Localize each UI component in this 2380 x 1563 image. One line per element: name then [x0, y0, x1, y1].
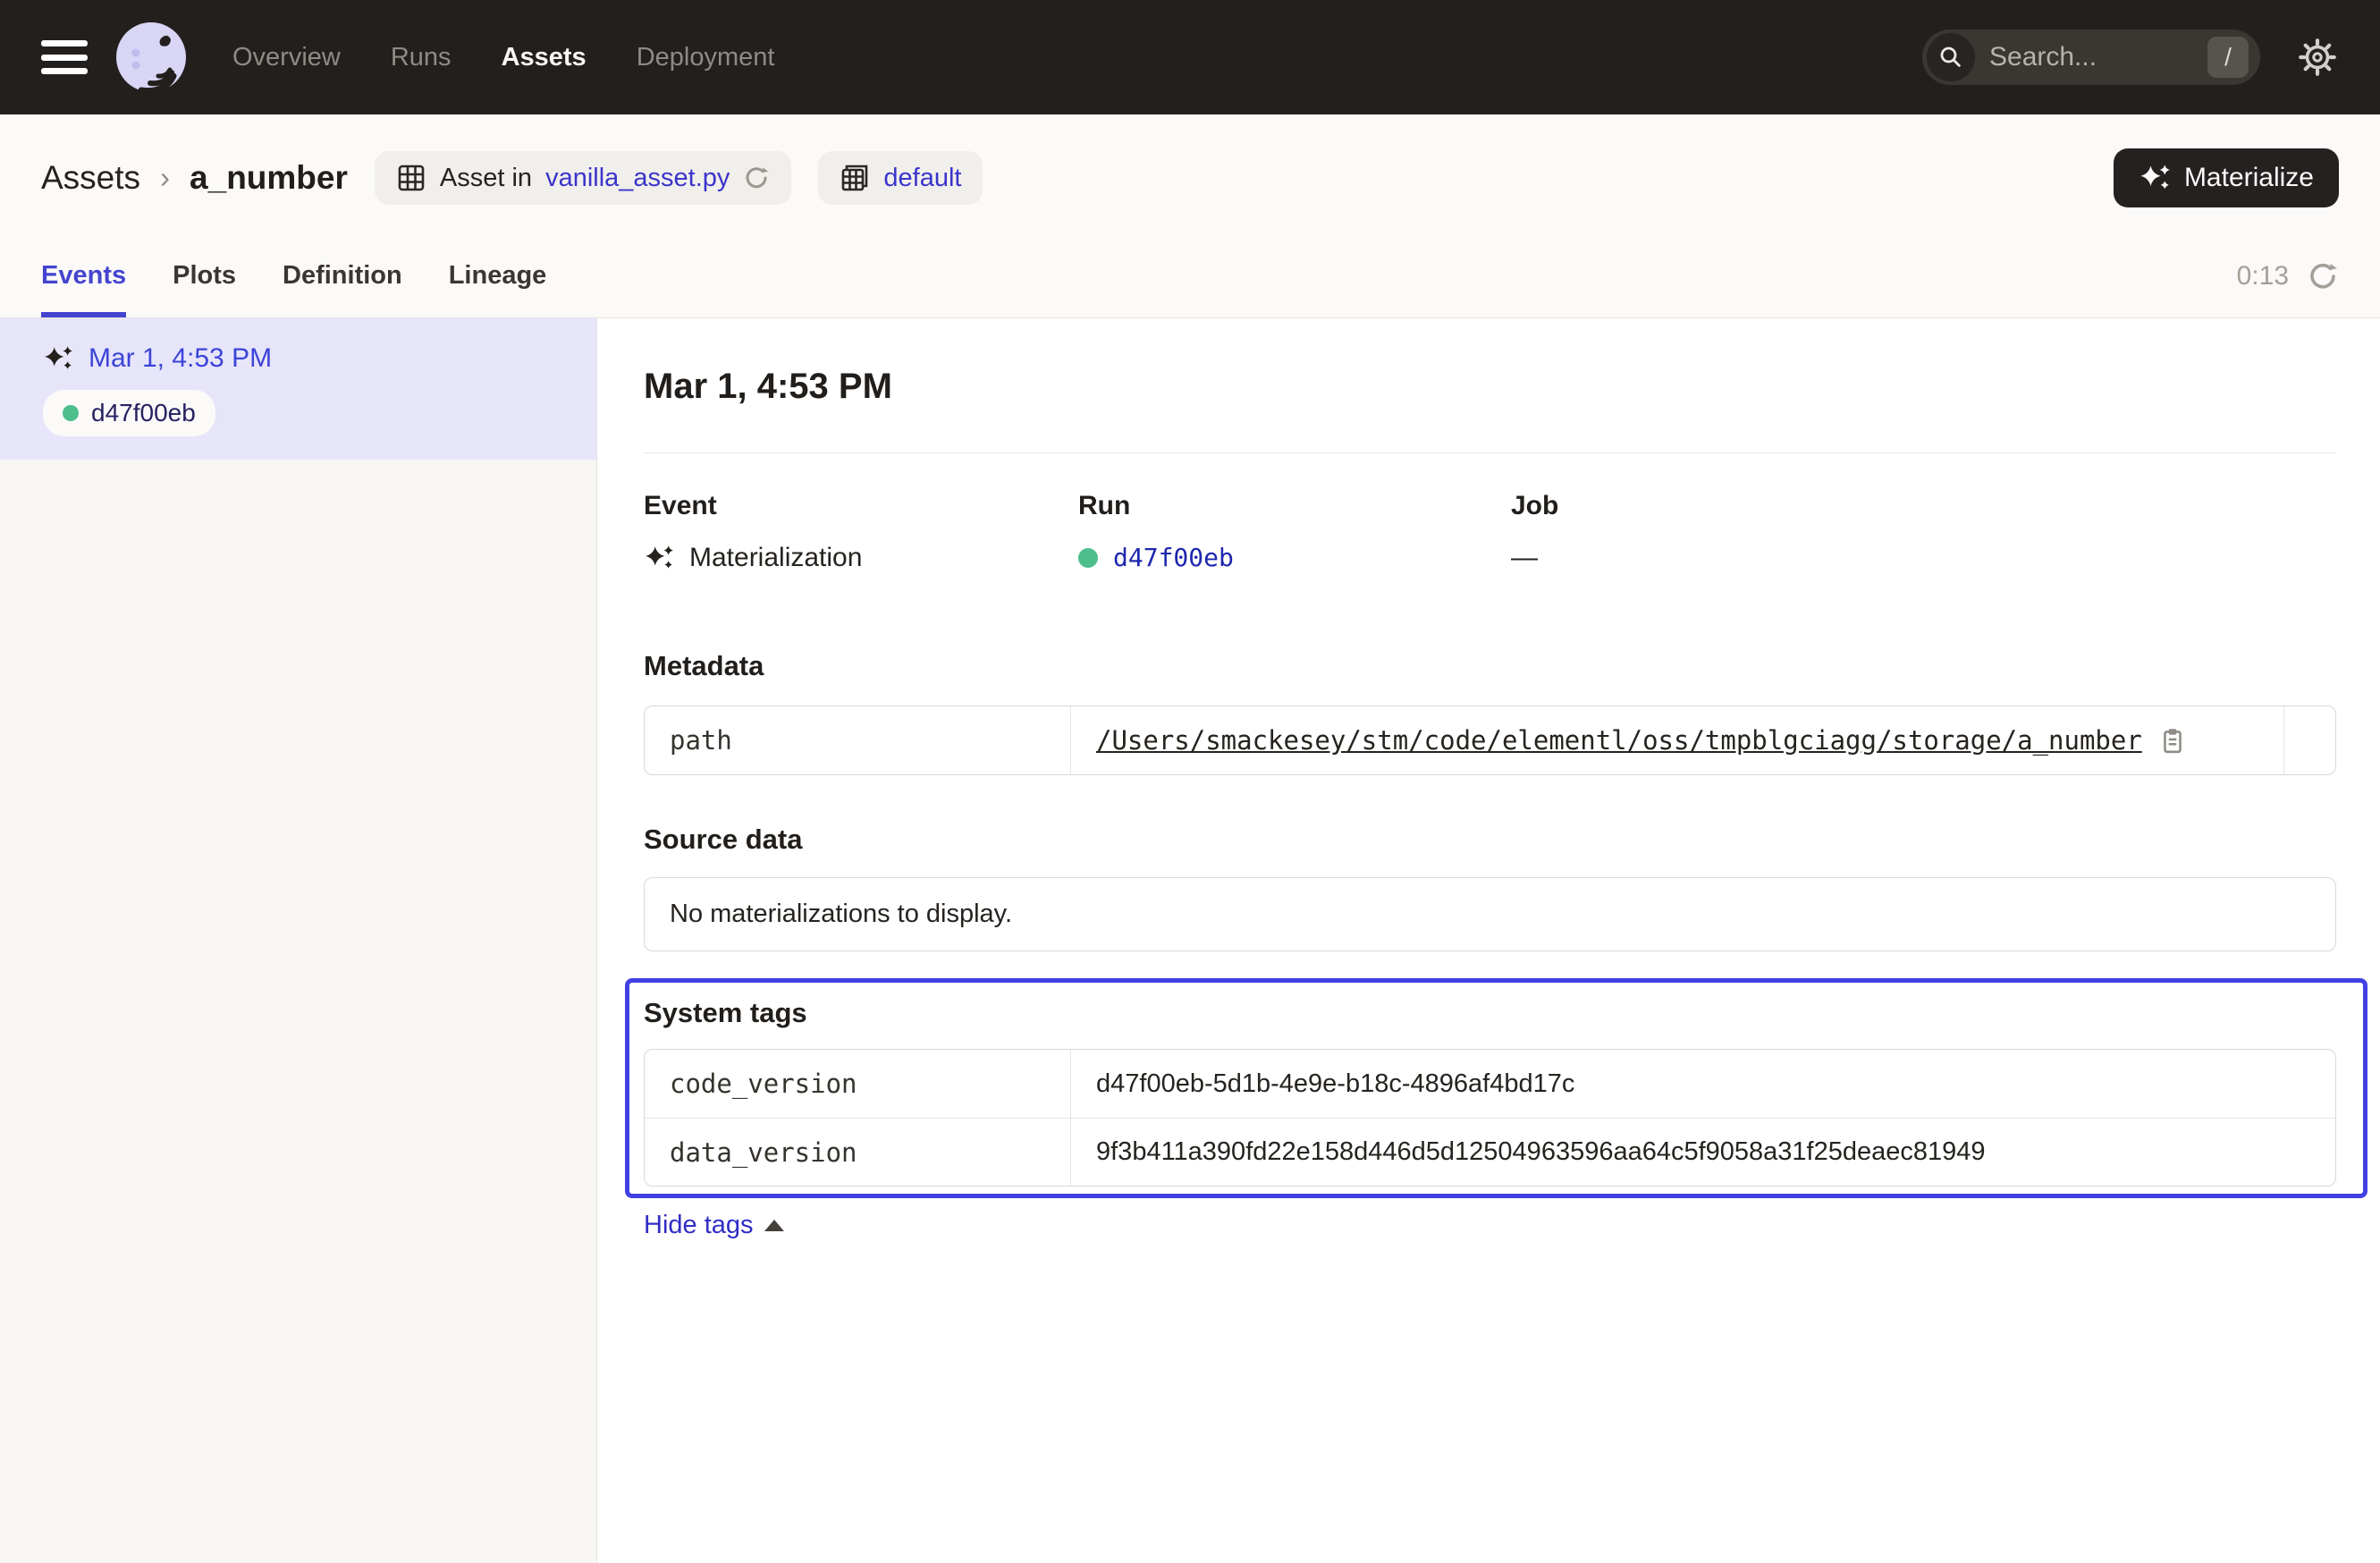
source-data-heading: Source data — [644, 824, 2336, 856]
gear-icon[interactable] — [2296, 36, 2339, 79]
system-tags-heading: System tags — [644, 997, 2336, 1029]
dagster-logo-icon[interactable] — [114, 21, 188, 94]
breadcrumb: Assets › a_number — [41, 159, 348, 197]
run-status-dot — [63, 405, 79, 421]
search-shortcut-key: / — [2207, 37, 2249, 78]
metadata-table: path /Users/smackesey/stm/code/elementl/… — [644, 705, 2336, 775]
metadata-row-actions — [2283, 706, 2335, 774]
materialize-button-label: Materialize — [2184, 163, 2314, 193]
run-status-dot — [1078, 548, 1098, 568]
hide-tags-label: Hide tags — [644, 1211, 754, 1240]
search-input[interactable] — [1989, 42, 2177, 72]
source-data-empty-message: No materializations to display. — [644, 877, 2336, 951]
event-type-value: Materialization — [689, 543, 862, 573]
event-timestamp: Mar 1, 4:53 PM — [89, 343, 272, 374]
nav-item-assets[interactable]: Assets — [502, 43, 587, 72]
top-nav-bar: Overview Runs Assets Deployment / — [0, 0, 2380, 114]
job-column-label: Job — [1511, 491, 2336, 521]
breadcrumb-assets-link[interactable]: Assets — [41, 159, 140, 197]
tag-value: 9f3b411a390fd22e158d446d5d12504963596aa6… — [1096, 1137, 1986, 1167]
tag-key: data_version — [645, 1119, 1071, 1186]
asset-tabs: Events Plots Definition Lineage 0:13 — [0, 232, 2380, 318]
event-detail-title: Mar 1, 4:53 PM — [644, 365, 2336, 408]
materialization-sparkles-icon — [43, 345, 73, 372]
tab-lineage[interactable]: Lineage — [449, 261, 547, 317]
metadata-key: path — [645, 706, 1071, 774]
event-summary: Event Materialization Run d — [644, 491, 2336, 573]
run-id-link[interactable]: d47f00eb — [1113, 543, 1234, 572]
system-tags-highlight-box: System tags code_version d47f00eb-5d1b-4… — [625, 978, 2367, 1198]
global-search[interactable]: / — [1922, 30, 2260, 85]
refresh-icon[interactable] — [2307, 260, 2339, 292]
event-list-sidebar: Mar 1, 4:53 PM d47f00eb — [0, 318, 597, 1563]
table-row: path /Users/smackesey/stm/code/elementl/… — [645, 706, 2335, 774]
table-row: code_version d47f00eb-5d1b-4e9e-b18c-489… — [645, 1050, 2335, 1118]
nav-item-deployment[interactable]: Deployment — [637, 43, 775, 72]
metadata-heading: Metadata — [644, 650, 2336, 682]
caret-up-icon — [764, 1220, 784, 1231]
tab-events[interactable]: Events — [41, 261, 126, 317]
repo-badge: default — [818, 151, 983, 205]
table-row: data_version 9f3b411a390fd22e158d446d5d1… — [645, 1118, 2335, 1186]
event-detail-panel: Mar 1, 4:53 PM Event Materialization — [597, 318, 2380, 1563]
copy-icon[interactable] — [2158, 726, 2187, 755]
tag-value: d47f00eb-5d1b-4e9e-b18c-4896af4bd17c — [1096, 1069, 1574, 1099]
table-grid-icon — [396, 163, 426, 193]
run-column-label: Run — [1078, 491, 1511, 521]
job-value: — — [1511, 543, 1538, 573]
asset-header: Assets › a_number Asset in vanilla_asset… — [0, 114, 2380, 232]
metadata-path-link[interactable]: /Users/smackesey/stm/code/elementl/oss/t… — [1096, 725, 2142, 756]
tag-key: code_version — [645, 1050, 1071, 1118]
refresh-countdown: 0:13 — [2237, 261, 2289, 291]
sparkles-icon — [2139, 164, 2171, 192]
page-title: a_number — [190, 159, 348, 197]
hide-tags-link[interactable]: Hide tags — [644, 1211, 784, 1240]
asset-file-link[interactable]: vanilla_asset.py — [545, 164, 730, 193]
run-id-pill[interactable]: d47f00eb — [43, 390, 215, 436]
run-id-label: d47f00eb — [91, 399, 196, 427]
source-data-section: Source data No materializations to displ… — [644, 824, 2336, 951]
search-icon — [1927, 33, 1975, 81]
metadata-section: Metadata path /Users/smackesey/stm/code/… — [644, 650, 2336, 775]
breadcrumb-separator: › — [160, 161, 170, 195]
nav-item-runs[interactable]: Runs — [391, 43, 452, 72]
tab-plots[interactable]: Plots — [173, 261, 236, 317]
materialization-sparkles-icon — [644, 545, 674, 571]
asset-location-badge: Asset in vanilla_asset.py — [375, 151, 792, 205]
repository-icon — [840, 163, 870, 193]
tab-definition[interactable]: Definition — [283, 261, 402, 317]
reload-code-location-icon[interactable] — [743, 165, 770, 191]
system-tags-table: code_version d47f00eb-5d1b-4e9e-b18c-489… — [644, 1049, 2336, 1187]
divider — [644, 452, 2336, 453]
materialize-button[interactable]: Materialize — [2114, 148, 2339, 207]
event-list-item-selected[interactable]: Mar 1, 4:53 PM d47f00eb — [0, 318, 596, 460]
menu-icon[interactable] — [41, 40, 88, 74]
nav-item-overview[interactable]: Overview — [232, 43, 341, 72]
asset-location-prefix: Asset in — [440, 164, 532, 193]
repo-default-link[interactable]: default — [883, 164, 961, 193]
event-column-label: Event — [644, 491, 1078, 521]
